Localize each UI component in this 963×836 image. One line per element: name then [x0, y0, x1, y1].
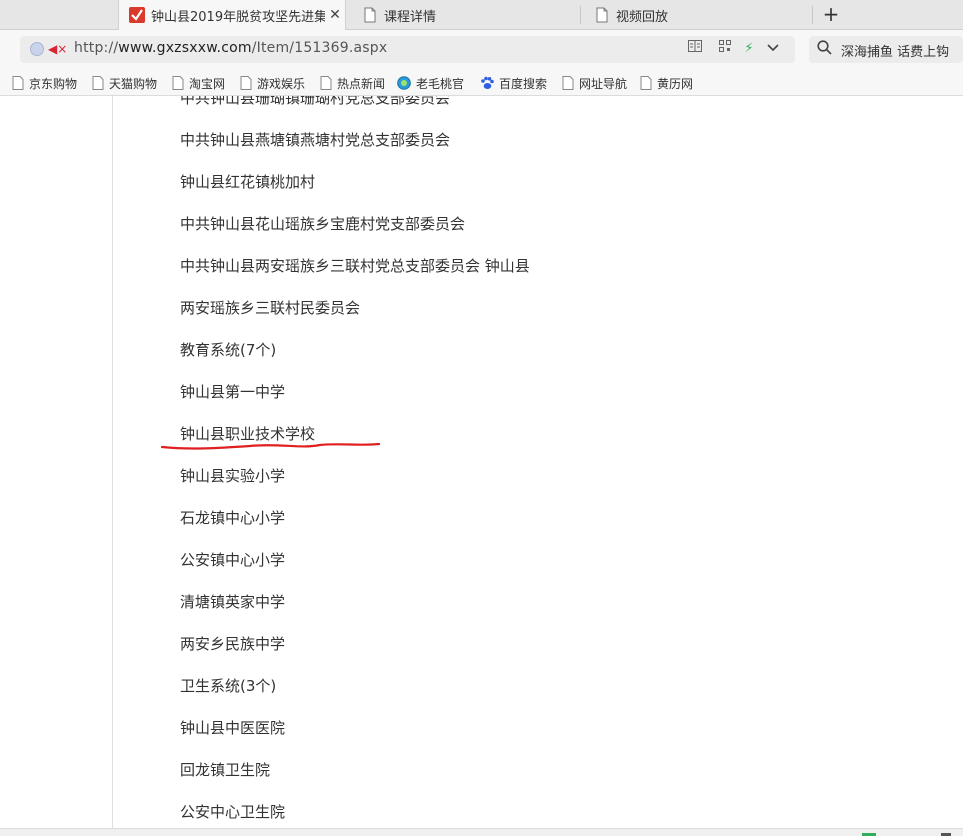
list-item: 钟山县红花镇桃加村 — [180, 173, 316, 191]
page-content: 中共钟山县珊瑚镇珊瑚村党总支部委员会 中共钟山县燕塘镇燕塘村党总支部委员会 钟山… — [0, 96, 963, 828]
bookmark-item[interactable]: 黄历网 — [640, 74, 693, 92]
navigation-bar: ◀× http://www.gxzsxxw.com/Item/151369.as… — [0, 30, 963, 69]
tab-title: 课程详情 — [384, 9, 437, 25]
section-heading: 教育系统(7个) — [180, 341, 277, 359]
page-icon — [240, 76, 252, 90]
bookmark-item[interactable]: 天猫购物 — [92, 74, 157, 92]
bookmark-item[interactable]: 淘宝网 — [172, 74, 225, 92]
list-item: 钟山县实验小学 — [180, 467, 286, 485]
page-icon — [92, 76, 104, 90]
bookmark-item[interactable]: 热点新闻 — [320, 74, 385, 92]
url-text[interactable]: http://www.gxzsxxw.com/Item/151369.aspx — [74, 40, 387, 56]
search-box[interactable]: 深海捕鱼 话费上钩 — [809, 36, 963, 63]
bookmark-label: 京东购物 — [29, 76, 78, 91]
new-tab-icon[interactable]: + — [820, 3, 842, 25]
address-bar[interactable]: ◀× http://www.gxzsxxw.com/Item/151369.as… — [20, 36, 795, 63]
search-suggestion[interactable]: 深海捕鱼 话费上钩 — [841, 41, 949, 60]
muted-speaker-icon[interactable]: ◀× — [48, 42, 67, 56]
site-favicon-icon — [129, 7, 145, 23]
tab-title: 钟山县2019年脱贫攻坚先进集体 — [151, 9, 325, 25]
list-item: 中共钟山县两安瑶族乡三联村党总支部委员会 钟山县 — [180, 257, 530, 275]
bookmark-item[interactable]: 百度搜索 — [480, 74, 547, 92]
list-item: 中共钟山县花山瑶族乡宝鹿村党支部委员会 — [180, 215, 466, 233]
url-path: /Item/151369.aspx — [251, 40, 388, 56]
bookmark-label: 游戏娱乐 — [257, 76, 306, 91]
bookmark-bar: 京东购物 天猫购物 淘宝网 游戏娱乐 热点新闻 老毛桃官 百度搜索 网址导航 黄… — [0, 69, 963, 96]
section-heading: 卫生系统(3个) — [180, 677, 277, 695]
url-domain: www.gxzsxxw.com — [118, 40, 252, 56]
list-item: 回龙镇卫生院 — [180, 761, 271, 779]
tab-bar: 钟山县2019年脱贫攻坚先进集体 ✕ 课程详情 视频回放 + — [0, 0, 963, 30]
tab-video-replay[interactable]: 视频回放 — [584, 0, 810, 30]
tab-separator — [580, 6, 581, 24]
status-bar — [0, 828, 963, 836]
chevron-down-icon[interactable] — [764, 40, 782, 58]
bookmark-label: 老毛桃官 — [416, 76, 465, 91]
list-item-partial: 中共钟山县珊瑚镇珊瑚村党总支部委员会 — [180, 96, 451, 107]
tab-course-detail[interactable]: 课程详情 — [352, 0, 578, 30]
red-underline-annotation — [160, 442, 381, 450]
close-tab-icon[interactable]: ✕ — [325, 7, 345, 23]
page-icon — [12, 76, 24, 90]
bookmark-item[interactable]: 网址导航 — [562, 74, 627, 92]
globe-icon — [397, 76, 411, 90]
list-item: 钟山县中医医院 — [180, 719, 286, 737]
bookmark-label: 黄历网 — [657, 76, 694, 91]
search-icon[interactable] — [817, 40, 832, 59]
list-item: 两安乡民族中学 — [180, 635, 286, 653]
bookmark-item[interactable]: 游戏娱乐 — [240, 74, 305, 92]
bookmark-label: 网址导航 — [579, 76, 628, 91]
list-item: 钟山县第一中学 — [180, 383, 286, 401]
baidu-paw-icon — [481, 76, 494, 89]
bookmark-label: 热点新闻 — [337, 76, 386, 91]
page-icon — [364, 7, 376, 23]
tab-title: 视频回放 — [616, 9, 669, 25]
page-icon — [596, 7, 608, 23]
bookmark-item[interactable]: 京东购物 — [12, 74, 77, 92]
page-icon — [320, 76, 332, 90]
tab-separator — [812, 6, 813, 24]
page-icon — [562, 76, 574, 90]
bookmark-label: 淘宝网 — [189, 76, 226, 91]
list-item: 清塘镇英家中学 — [180, 593, 286, 611]
list-item: 石龙镇中心小学 — [180, 509, 286, 527]
content-border — [112, 96, 113, 828]
tab-active[interactable]: 钟山县2019年脱贫攻坚先进集体 ✕ — [118, 0, 346, 30]
bookmark-label: 天猫购物 — [109, 76, 158, 91]
list-item: 公安镇中心小学 — [180, 551, 286, 569]
bookmark-item[interactable]: 老毛桃官 — [397, 74, 464, 92]
list-item: 公安中心卫生院 — [180, 803, 286, 821]
bookmark-label: 百度搜索 — [499, 76, 548, 91]
url-prefix: http:// — [74, 40, 119, 56]
page-icon — [172, 76, 184, 90]
site-security-icon[interactable] — [30, 42, 44, 56]
list-item: 中共钟山县燕塘镇燕塘村党总支部委员会 — [180, 131, 451, 149]
list-item: 两安瑶族乡三联村民委员会 — [180, 299, 361, 317]
page-icon — [640, 76, 652, 90]
lightning-accelerate-icon[interactable]: ⚡ — [740, 40, 758, 58]
reader-mode-icon[interactable] — [686, 40, 704, 58]
qr-code-icon[interactable] — [716, 40, 734, 58]
